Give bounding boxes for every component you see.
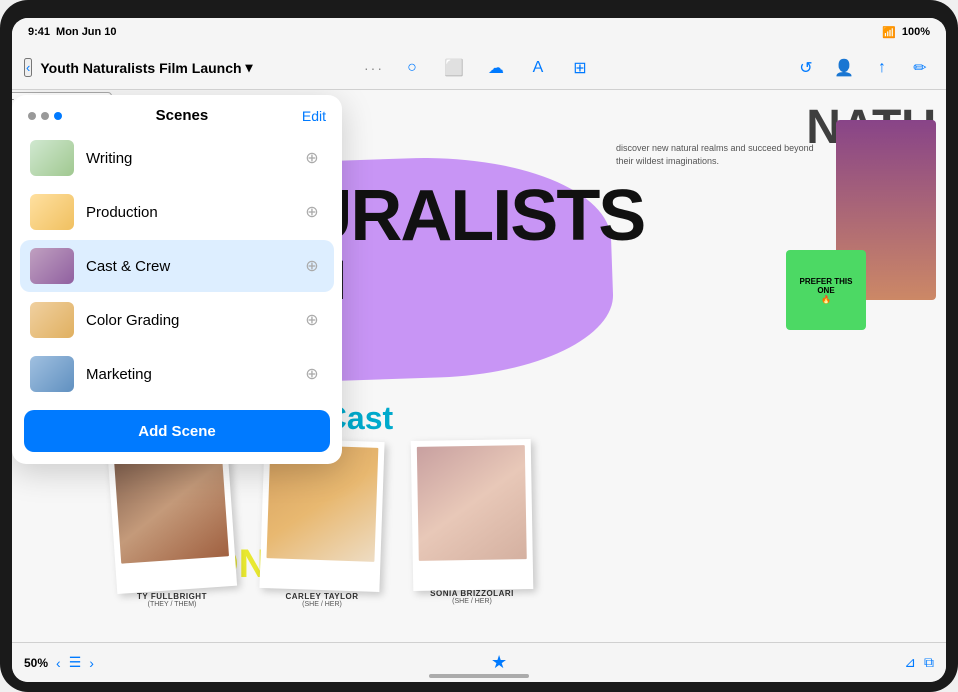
cast-photo-item: Sithina SONIA BRIZZOLARI (SHE / HER) <box>412 440 532 608</box>
scene-name-writing: Writing <box>86 150 288 167</box>
scene-name-color-grading: Color Grading <box>86 312 288 329</box>
back-button[interactable]: ‹ <box>24 58 32 77</box>
scene-item-cast-crew[interactable]: Cast & Crew ⊕ <box>20 240 334 292</box>
scene-thumb-writing <box>30 140 74 176</box>
scene-name-marketing: Marketing <box>86 366 288 383</box>
toolbar-more-dots: ··· <box>364 60 384 76</box>
top-right-description: discover new natural realms and succeed … <box>616 142 816 167</box>
status-left: 9:41 Mon Jun 10 <box>28 26 117 38</box>
scene-item-production[interactable]: Production ⊕ <box>20 186 334 238</box>
date-display: Mon Jun 10 <box>56 26 117 38</box>
cast-print-name-2: CARLEY TAYLOR <box>285 592 358 601</box>
photo-image-3 <box>417 445 527 561</box>
add-media-button[interactable]: ☁ <box>482 54 510 82</box>
scene-more-cast[interactable]: ⊕ <box>300 254 324 278</box>
share-button[interactable]: ↑ <box>868 54 896 82</box>
scene-item-marketing[interactable]: Marketing ⊕ <box>20 348 334 400</box>
scenes-edit-button[interactable]: Edit <box>302 108 326 124</box>
share-tree-button[interactable]: ⊿ <box>904 654 916 671</box>
undo-button[interactable]: ↺ <box>792 54 820 82</box>
cast-print-name-1: TY FULLBRIGHT <box>137 592 207 601</box>
scenes-list: Writing ⊕ Production ⊕ Cast & Crew <box>12 132 342 400</box>
sticky-note-prefer: PREFER THIS ONE 🔥 <box>786 250 866 330</box>
home-indicator <box>429 674 529 678</box>
toolbar-right: ↺ 👤 ↑ ✏ <box>602 54 934 82</box>
add-card-button[interactable]: ⬜ <box>440 54 468 82</box>
scene-item-color-grading[interactable]: Color Grading ⊕ <box>20 294 334 346</box>
scene-more-color[interactable]: ⊕ <box>300 308 324 332</box>
add-image-button[interactable]: ⊞ <box>566 54 594 82</box>
bottom-toolbar-center: ★ <box>491 652 507 673</box>
ipad-frame: 9:41 Mon Jun 10 📶 100% ‹ Youth Naturalis… <box>0 0 958 692</box>
sticky-note-text: PREFER THIS ONE <box>792 277 860 295</box>
add-scene-button[interactable]: Add Scene <box>24 410 330 452</box>
scene-thumb-cast <box>30 248 74 284</box>
back-icon: ‹ <box>26 60 30 75</box>
bottom-toolbar-right: ⊿ ⧉ <box>904 654 934 671</box>
add-shape-button[interactable]: ○ <box>398 54 426 82</box>
scenes-panel-title: Scenes <box>62 107 302 124</box>
collaborators-button[interactable]: 👤 <box>830 54 858 82</box>
wifi-icon: 📶 <box>882 26 896 39</box>
cast-photo-item: Jayden TY FULLBRIGHT (THEY / THEM) <box>112 440 232 608</box>
scenes-panel: Scenes Edit Writing ⊕ Produc <box>12 95 342 464</box>
star-button[interactable]: ★ <box>491 652 507 673</box>
add-text-button[interactable]: A <box>524 54 552 82</box>
scenes-header: Scenes Edit <box>12 95 342 132</box>
list-view-button[interactable]: ☰ <box>69 654 82 671</box>
next-button[interactable]: › <box>89 655 94 671</box>
scene-item-writing[interactable]: Writing ⊕ <box>20 132 334 184</box>
photo-frame-3 <box>411 439 534 591</box>
main-canvas[interactable]: YOUTH NA✻URALISTS FILM Aileen Zeigen dis… <box>12 90 946 642</box>
time-display: 9:41 <box>28 26 50 38</box>
toolbar-center: ··· ○ ⬜ ☁ A ⊞ <box>364 54 594 82</box>
scene-name-production: Production <box>86 204 288 221</box>
edit-button[interactable]: ✏ <box>906 54 934 82</box>
sticky-note-emoji: 🔥 <box>821 295 831 304</box>
dot-1 <box>28 112 36 120</box>
ipad-screen: 9:41 Mon Jun 10 📶 100% ‹ Youth Naturalis… <box>12 18 946 682</box>
cast-pronoun-3: (SHE / HER) <box>452 598 492 605</box>
scene-more-production[interactable]: ⊕ <box>300 200 324 224</box>
bottom-toolbar-left: 50% ‹ ☰ › <box>24 654 94 671</box>
zoom-level: 50% <box>24 656 48 670</box>
battery-display: 100% <box>902 26 930 38</box>
cast-pronoun-1: (THEY / THEM) <box>148 601 197 608</box>
cast-photo-item: Dana CARLEY TAYLOR (SHE / HER) <box>262 440 382 608</box>
status-right: 📶 100% <box>882 26 930 39</box>
scene-thumb-production <box>30 194 74 230</box>
canvas-content: YOUTH NA✻URALISTS FILM Aileen Zeigen dis… <box>12 90 946 642</box>
dot-2 <box>41 112 49 120</box>
project-title[interactable]: Youth Naturalists Film Launch ▾ <box>40 59 252 76</box>
scene-name-cast-crew: Cast & Crew <box>86 258 288 275</box>
scene-more-marketing[interactable]: ⊕ <box>300 362 324 386</box>
scene-more-writing[interactable]: ⊕ <box>300 146 324 170</box>
scene-thumb-marketing <box>30 356 74 392</box>
prev-button[interactable]: ‹ <box>56 655 61 671</box>
project-title-text: Youth Naturalists Film Launch <box>40 60 241 76</box>
dot-3[interactable] <box>54 112 62 120</box>
cast-photos-section: Jayden TY FULLBRIGHT (THEY / THEM) Dana … <box>112 440 532 608</box>
toolbar: ‹ Youth Naturalists Film Launch ▾ ··· ○ … <box>12 46 946 90</box>
scenes-drag-dots <box>28 112 62 120</box>
status-bar: 9:41 Mon Jun 10 📶 100% <box>12 18 946 46</box>
view-mode-button[interactable]: ⧉ <box>924 654 934 671</box>
toolbar-left: ‹ Youth Naturalists Film Launch ▾ <box>24 58 356 77</box>
dropdown-chevron-icon: ▾ <box>246 59 253 76</box>
scene-thumb-color <box>30 302 74 338</box>
cast-pronoun-2: (SHE / HER) <box>302 601 342 608</box>
